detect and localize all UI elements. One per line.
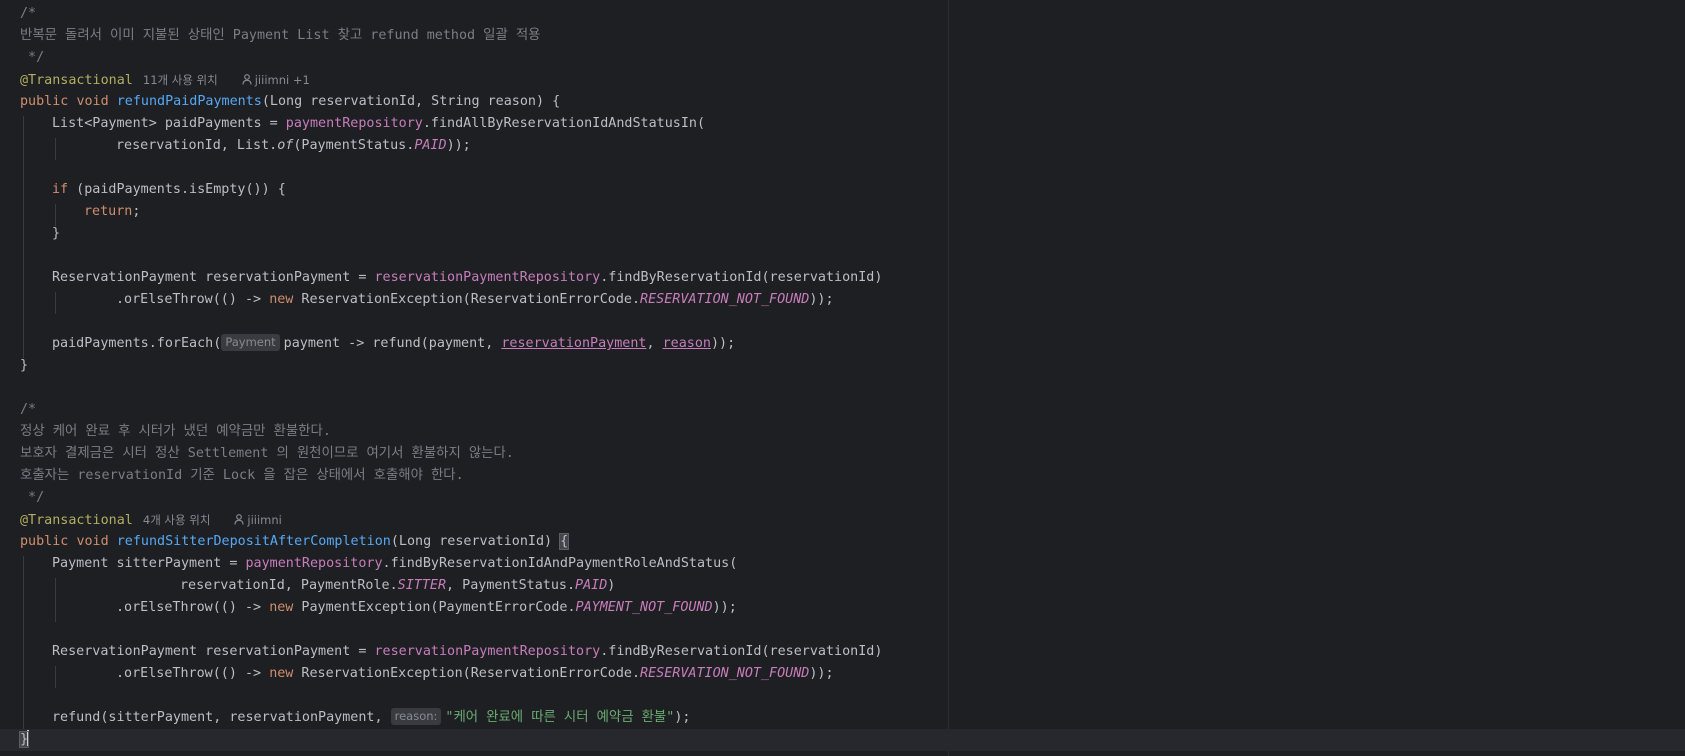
comment-line: */ [20,490,45,505]
indent-guide [55,578,56,622]
code-line: if (paidPayments.isEmpty()) { [52,182,286,197]
code-line: reservationId, PaymentRole.SITTER, Payme… [180,578,616,593]
method-name[interactable]: refundPaidPayments [117,94,262,109]
person-icon [242,70,252,92]
code-line: refund(sitterPayment, reservationPayment… [52,708,691,725]
comment-line: 호출자는 reservationId 기준 Lock 을 잡은 상태에서 호출해… [20,468,464,483]
comment-line: /* [20,6,37,21]
indent-guide [55,138,56,160]
comment-line: */ [20,50,45,65]
author-inlay[interactable]: jiiimni +1 [255,73,310,87]
indent-guide [55,292,56,314]
code-line: .orElseThrow(() -> new PaymentException(… [116,600,737,615]
code-line: return; [84,204,141,219]
comment-line: 보호자 결제금은 시터 정산 Settlement 의 원천이므로 여기서 환불… [20,446,514,461]
code-line: .orElseThrow(() -> new ReservationExcept… [116,666,834,681]
usages-inlay[interactable]: 4개 사용 위치 [143,513,211,527]
current-line[interactable]: } [0,729,1685,751]
method-signature: public void refundSitterDepositAfterComp… [20,533,570,550]
indent-guide [55,666,56,688]
code-line: } [52,226,61,241]
right-margin-guide [948,0,949,756]
indent-guide [23,116,24,358]
parameter-hint: reason: [390,708,442,725]
comment-line: 반복문 돌려서 이미 지불된 상태인 Payment List 찾고 refun… [20,28,541,43]
annotation-line: @Transactional 11개 사용 위치 jiiimni +1 [20,69,310,91]
code-editor[interactable]: /* 반복문 돌려서 이미 지불된 상태인 Payment List 찾고 re… [0,0,1685,756]
text-caret [27,730,30,746]
annotation-line: @Transactional 4개 사용 위치 jiiimni [20,509,282,531]
annotation: @Transactional [20,513,133,528]
code-line: } [20,358,29,373]
author-inlay[interactable]: jiiimni [247,513,281,527]
code-line: ReservationPayment reservationPayment = … [52,270,883,285]
code-line: .orElseThrow(() -> new ReservationExcept… [116,292,834,307]
usages-inlay[interactable]: 11개 사용 위치 [143,73,218,87]
type-hint: Payment [221,334,280,351]
code-line: ReservationPayment reservationPayment = … [52,644,883,659]
code-line: reservationId, List.of(PaymentStatus.PAI… [116,138,471,153]
comment-line: 정상 케어 완료 후 시터가 냈던 예약금만 환불한다. [20,424,331,439]
method-name[interactable]: refundSitterDepositAfterCompletion [117,534,391,549]
code-line: Payment sitterPayment = paymentRepositor… [52,556,738,571]
annotation: @Transactional [20,73,133,88]
code-line: List<Payment> paidPayments = paymentRepo… [52,116,706,131]
matched-brace: { [559,533,570,550]
comment-line: /* [20,402,37,417]
indent-guide [23,556,24,736]
method-signature: public void refundPaidPayments(Long rese… [20,94,561,109]
person-icon [234,510,245,532]
code-line: paidPayments.forEach(Payment payment -> r… [52,334,736,351]
